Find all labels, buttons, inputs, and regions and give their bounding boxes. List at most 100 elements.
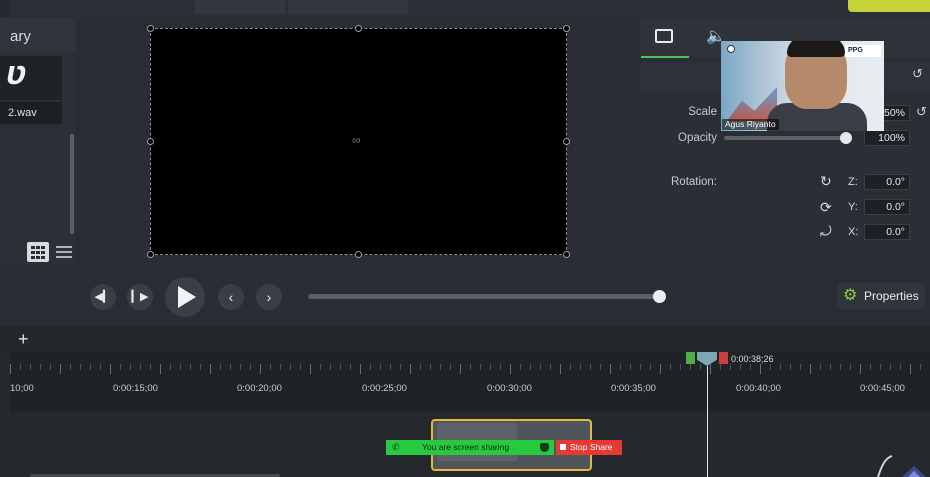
canvas-center-icon: ∞ xyxy=(352,133,361,147)
grid-view-icon[interactable] xyxy=(27,242,49,262)
playback-scrubber[interactable] xyxy=(308,294,660,299)
ruler-tick xyxy=(150,364,151,370)
properties-button[interactable]: ⚙ Properties xyxy=(837,283,925,309)
step-back-icon[interactable]: ◀▎ xyxy=(90,284,116,310)
scale-reset-icon[interactable]: ↺ xyxy=(916,104,927,120)
visual-properties-film-icon[interactable] xyxy=(655,29,673,43)
step-forward-icon[interactable]: ▎▶ xyxy=(127,284,153,310)
resize-handle[interactable] xyxy=(563,251,570,258)
screen-sharing-status: You are screen sharing xyxy=(422,442,510,452)
resize-handle[interactable] xyxy=(563,138,570,145)
ruler-tick xyxy=(30,364,31,370)
ruler-tick xyxy=(60,364,61,374)
ruler-tick xyxy=(20,364,21,370)
rot-z-label: Z: xyxy=(848,176,858,188)
list-view-icon[interactable] xyxy=(56,244,72,260)
ruler-tick xyxy=(870,364,871,370)
rotate-x-icon[interactable]: ⤾ xyxy=(820,223,832,240)
ruler-tick xyxy=(120,364,121,370)
active-tab-indicator xyxy=(641,56,689,58)
ruler-tick xyxy=(800,364,801,370)
toolbar-tab[interactable] xyxy=(288,0,408,14)
timeline-ruler[interactable] xyxy=(10,352,930,412)
stop-share-button[interactable]: Stop Share xyxy=(556,440,622,455)
ruler-tick xyxy=(200,364,201,370)
rot-z-field[interactable]: 0.0° xyxy=(864,174,910,190)
ruler-tick xyxy=(770,364,771,370)
rotate-y-icon[interactable]: ⟳ xyxy=(820,199,832,216)
ruler-tick xyxy=(140,364,141,370)
reset-icon[interactable]: ↺ xyxy=(912,66,923,82)
ruler-tick xyxy=(270,364,271,370)
rot-x-label: X: xyxy=(848,226,859,238)
ruler-tick xyxy=(410,364,411,374)
ruler-tick xyxy=(110,364,111,374)
ruler-label: 0:00:45;00 xyxy=(860,383,905,394)
media-file-name[interactable]: 2.wav xyxy=(0,102,62,124)
ruler-ticks xyxy=(10,364,930,374)
selection-start-handle[interactable] xyxy=(686,352,695,364)
video-call-thumbnail[interactable]: PPG Agus Riyanto xyxy=(721,41,884,131)
ruler-tick xyxy=(600,364,601,370)
timeline-toolbar xyxy=(0,326,930,352)
opacity-slider[interactable] xyxy=(724,136,852,140)
rot-y-field[interactable]: 0.0° xyxy=(864,199,910,215)
ruler-tick xyxy=(690,364,691,370)
ruler-tick xyxy=(880,364,881,370)
ruler-tick xyxy=(400,364,401,370)
opacity-slider-knob[interactable] xyxy=(840,132,852,144)
ruler-tick xyxy=(380,364,381,370)
ruler-tick xyxy=(310,364,311,374)
ruler-tick xyxy=(910,364,911,374)
resize-handle[interactable] xyxy=(563,25,570,32)
ruler-tick xyxy=(460,364,461,374)
previous-marker-icon[interactable]: ‹ xyxy=(218,284,244,310)
ruler-tick xyxy=(900,364,901,370)
next-marker-icon[interactable]: › xyxy=(256,284,282,310)
scale-label: Scale xyxy=(688,106,717,118)
ruler-tick xyxy=(250,364,251,370)
ruler-tick xyxy=(450,364,451,370)
selection-end-handle[interactable] xyxy=(719,352,728,364)
export-button[interactable] xyxy=(848,0,930,12)
top-toolbar-strip xyxy=(10,0,930,18)
participant-name: Agus Riyanto xyxy=(722,119,779,130)
ruler-tick xyxy=(520,364,521,370)
rot-x-field[interactable]: 0.0° xyxy=(864,224,910,240)
ruler-tick xyxy=(750,364,751,370)
toolbar-tab[interactable] xyxy=(195,0,285,14)
ruler-label: 0:00:20;00 xyxy=(237,383,282,394)
ruler-tick xyxy=(630,364,631,370)
playhead-time: 0:00:38;26 xyxy=(731,354,774,364)
stop-share-label: Stop Share xyxy=(570,442,613,452)
ruler-tick xyxy=(510,364,511,374)
playback-scrubber-knob[interactable] xyxy=(653,290,666,303)
add-track-button[interactable]: + xyxy=(18,329,29,350)
ruler-tick xyxy=(650,364,651,370)
ruler-tick xyxy=(290,364,291,370)
resize-handle[interactable] xyxy=(355,251,362,258)
ruler-tick xyxy=(190,364,191,370)
ruler-label: 0:00:15;00 xyxy=(113,383,158,394)
ruler-tick xyxy=(40,364,41,370)
ruler-tick xyxy=(390,364,391,370)
opacity-field[interactable]: 100% xyxy=(864,130,910,146)
ruler-tick xyxy=(530,364,531,370)
ruler-tick xyxy=(810,364,811,374)
ruler-tick xyxy=(220,364,221,370)
ruler-tick xyxy=(730,364,731,370)
ruler-tick xyxy=(780,364,781,370)
resize-handle[interactable] xyxy=(355,25,362,32)
ruler-tick xyxy=(700,364,701,370)
ruler-label: 0:00:30;00 xyxy=(487,383,532,394)
rot-y-label: Y: xyxy=(848,201,858,213)
phone-icon: ✆ xyxy=(392,442,400,452)
ruler-tick xyxy=(480,364,481,370)
library-scrollbar[interactable] xyxy=(70,134,74,234)
rotate-z-icon[interactable]: ↻ xyxy=(820,173,832,190)
resize-handle[interactable] xyxy=(147,138,154,145)
ruler-tick xyxy=(210,364,211,374)
resize-handle[interactable] xyxy=(147,25,154,32)
resize-handle[interactable] xyxy=(147,251,154,258)
ruler-tick xyxy=(640,364,641,370)
